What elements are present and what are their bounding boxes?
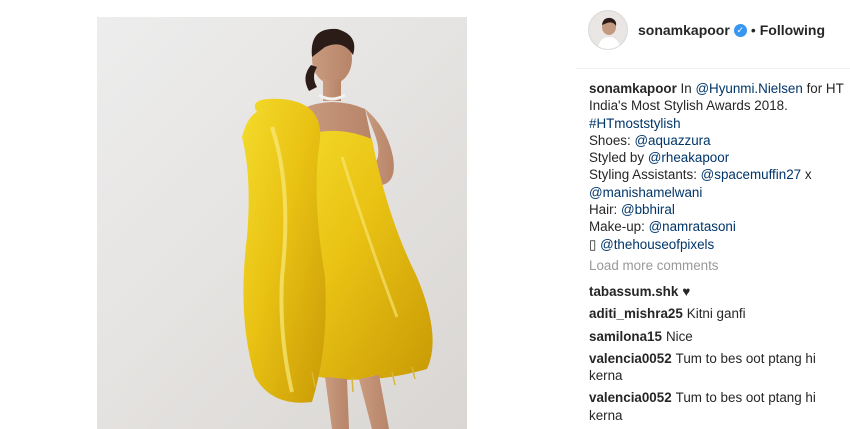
avatar-image — [589, 11, 627, 49]
post-author-username[interactable]: sonamkapoor — [638, 22, 730, 38]
hashtag-link[interactable]: #HTmoststylish — [589, 116, 681, 131]
caption-line: India's Most Stylish Awards 2018. — [589, 98, 788, 114]
caption-author[interactable]: sonamkapoor — [589, 81, 677, 96]
mention-link[interactable]: @rheakapoor — [648, 150, 729, 165]
caption-text: for HT — [806, 81, 844, 96]
comment-item: valencia0052 Tum to bes oot ptang hi kern… — [589, 389, 845, 424]
post-header: sonamkapoor ✓ • Following — [576, 9, 825, 51]
comment-item: aditi_mishra25 Kitni ganfi — [589, 305, 845, 322]
post-sidebar: sonamkapoor ✓ • Following sonamkapoor In… — [576, 0, 850, 429]
comment-item: samilona15 Nice — [589, 328, 845, 345]
mention-link[interactable]: @namratasoni — [649, 219, 736, 234]
mention-link[interactable]: @aquazzura — [634, 133, 710, 148]
load-more-comments-button[interactable]: Load more comments — [589, 258, 719, 273]
mention-link[interactable]: @Hyunmi.Nielsen — [695, 81, 802, 96]
comment-username[interactable]: valencia0052 — [589, 390, 672, 405]
comment-item: valencia0052 Tum to bes oot ptang hi kern… — [589, 350, 845, 385]
comment-username[interactable]: aditi_mishra25 — [589, 306, 683, 321]
mention-link[interactable]: @bbhiral — [621, 202, 675, 217]
post-caption: sonamkapoor In @Hyunmi.Nielsen for HT In… — [589, 80, 844, 253]
comment-username[interactable]: tabassum.shk — [589, 284, 678, 299]
comment-username[interactable]: samilona15 — [589, 329, 662, 344]
avatar[interactable] — [588, 10, 628, 50]
caption-label: Make-up: — [589, 219, 645, 235]
header-divider — [576, 68, 850, 69]
post-photo[interactable] — [97, 17, 467, 429]
camera-emoji-icon: ▯ — [589, 236, 597, 252]
comment-item: tabassum.shk ♥ — [589, 283, 845, 300]
caption-text: x — [804, 167, 812, 183]
comments-list: tabassum.shk ♥ aditi_mishra25 Kitni ganfi … — [589, 283, 845, 429]
separator-dot: • — [750, 22, 756, 38]
comment-text: Kitni ganfi — [686, 306, 746, 322]
caption-label: Styling Assistants: — [589, 167, 697, 183]
mention-link[interactable]: @manishamelwani — [589, 185, 702, 200]
mention-link[interactable]: @thehouseofpixels — [600, 237, 714, 252]
photo-illustration — [242, 28, 433, 429]
verified-badge-icon: ✓ — [733, 23, 747, 37]
comment-text: ♥ — [682, 284, 691, 299]
mention-link[interactable]: @spacemuffin27 — [701, 167, 801, 182]
caption-intro: In — [680, 81, 692, 96]
following-button[interactable]: Following — [760, 22, 825, 38]
caption-label: Hair: — [589, 202, 618, 218]
caption-label: Shoes: — [589, 132, 631, 148]
comment-username[interactable]: valencia0052 — [589, 351, 672, 366]
comment-text: Nice — [665, 328, 693, 344]
caption-label: Styled by — [589, 150, 645, 166]
